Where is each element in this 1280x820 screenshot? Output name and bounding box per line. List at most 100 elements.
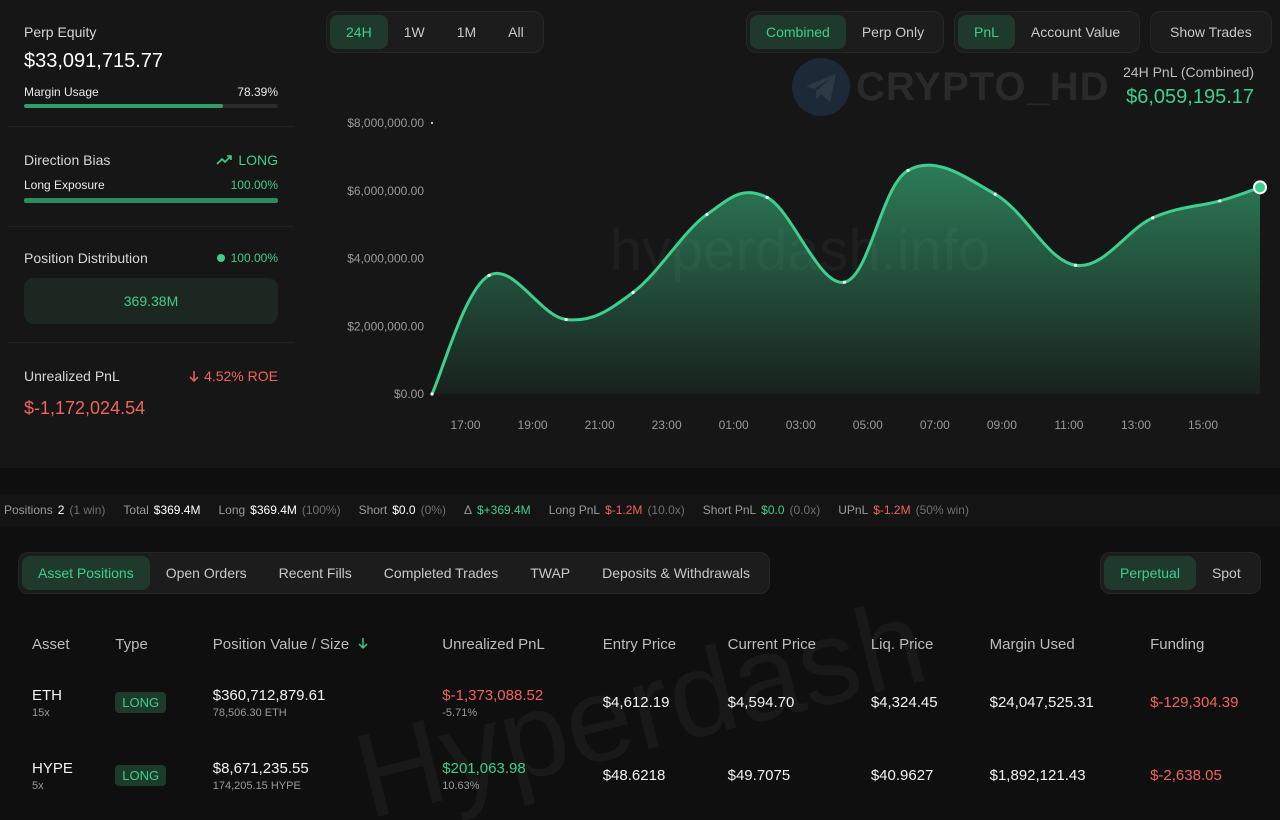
positions-table: Asset Type Position Value / Size Unrealized… [18, 622, 1258, 812]
stat-detail: (50% win) [915, 503, 969, 517]
position-tabs: Asset Positions Open Orders Recent Fills Co… [18, 552, 770, 594]
chart-data-point [842, 280, 846, 284]
asset-cell: ETH 15x [32, 686, 62, 719]
stat-value: 2 [57, 503, 65, 517]
range-tab-24h[interactable]: 24H [330, 15, 388, 49]
y-tick-label: $6,000,000.00 [347, 184, 424, 198]
col-asset[interactable]: Asset [18, 622, 101, 666]
stat-label: Δ [463, 503, 472, 517]
metric-tabs: PnL Account Value [954, 11, 1141, 53]
table-row[interactable]: HYPE 5x LONG $8,671,235.55 174,205.15 HYPE $2… [18, 739, 1258, 812]
market-tab-spot[interactable]: Spot [1196, 556, 1257, 590]
col-liq-price[interactable]: Liq. Price [857, 622, 976, 666]
funding-cell: $-2,638.05 [1150, 767, 1222, 784]
y-axis-marker [430, 121, 434, 125]
stat-label: Total [123, 503, 149, 517]
upnl-label: Unrealized PnL [24, 368, 120, 384]
stat-value: $+369.4M [476, 503, 531, 517]
col-type[interactable]: Type [101, 622, 198, 666]
stat-detail: (10.0x) [647, 503, 685, 517]
show-trades-toggle: Show Trades [1150, 11, 1272, 53]
mode-tab-perp-only[interactable]: Perp Only [846, 15, 940, 49]
trending-up-icon [216, 155, 233, 165]
type-cell: LONG [101, 666, 198, 739]
stat-label: UPnL [838, 503, 869, 517]
x-tick-label: 17:00 [451, 418, 481, 432]
table-row[interactable]: ETH 15x LONG $360,712,879.61 78,506.30 ETH $-… [18, 666, 1258, 739]
type-badge: LONG [115, 692, 167, 713]
tab-twap[interactable]: TWAP [514, 556, 586, 590]
tab-recent-fills[interactable]: Recent Fills [263, 556, 368, 590]
market-tab-perpetual[interactable]: Perpetual [1104, 556, 1196, 590]
perp-equity-card: Perp Equity $33,091,715.77 Margin Usage … [8, 24, 294, 108]
x-tick-label: 19:00 [518, 418, 548, 432]
tab-asset-positions[interactable]: Asset Positions [22, 556, 150, 590]
x-tick-label: 03:00 [786, 418, 816, 432]
col-current-price[interactable]: Current Price [714, 622, 857, 666]
stat-value: $0.0 [761, 503, 785, 517]
y-tick-label: $2,000,000.00 [347, 319, 424, 333]
stat-positions: Positions 2 (1 win) [4, 503, 105, 517]
distribution-label: Position Distribution [24, 250, 148, 266]
pnl-chart-svg: hyperdash.info $0.00$2,000,000.00$4,000,… [347, 116, 1267, 432]
tab-completed-trades[interactable]: Completed Trades [368, 556, 514, 590]
range-tabs: 24H 1W 1M All [326, 11, 544, 53]
margin-usage-bar [24, 104, 278, 108]
upnl-value: $-1,172,024.54 [24, 398, 146, 418]
x-tick-label: 15:00 [1188, 418, 1218, 432]
col-position-value-size[interactable]: Position Value / Size [199, 622, 429, 666]
tab-open-orders[interactable]: Open Orders [150, 556, 263, 590]
direction-value: LONG [238, 152, 278, 168]
y-tick-label: $0.00 [394, 387, 424, 401]
margin-usage-value: 78.39% [237, 85, 278, 99]
stat-long-pnl: Long PnL $-1.2M (10.0x) [549, 503, 685, 517]
direction-label: Direction Bias [24, 152, 111, 168]
pnl-chart: hyperdash.info $0.00$2,000,000.00$4,000,… [320, 100, 1280, 450]
stat-label: Short PnL [702, 503, 757, 517]
distribution-value: 100.00% [230, 251, 278, 265]
col-unrealized-pnl[interactable]: Unrealized PnL [428, 622, 588, 666]
upnl-cell: $201,063.98 10.63% [442, 759, 526, 792]
stat-long: Long $369.4M (100%) [218, 503, 340, 517]
long-exposure-label: Long Exposure [24, 178, 105, 192]
range-tab-all[interactable]: All [492, 15, 540, 49]
stat-label: Positions [4, 503, 53, 517]
col-margin-used[interactable]: Margin Used [976, 622, 1136, 666]
entry-price-cell: $48.6218 [602, 767, 666, 784]
funding-cell: $-129,304.39 [1150, 694, 1239, 711]
range-tab-1w[interactable]: 1W [388, 15, 441, 49]
distribution-block[interactable]: 369.38M [24, 278, 278, 324]
stat-detail: (100%) [301, 503, 341, 517]
divider [8, 226, 294, 227]
stat-short: Short $0.0 (0%) [359, 503, 446, 517]
position-value-cell: $360,712,879.61 78,506.30 ETH [212, 686, 326, 719]
type-cell: LONG [101, 739, 198, 812]
upnl-cell: $-1,373,088.52 -5.71% [442, 686, 544, 719]
upnl-card: Unrealized PnL 4.52% ROE $-1,172,024.54 [8, 368, 294, 419]
show-trades-button[interactable]: Show Trades [1154, 15, 1268, 49]
range-tab-1m[interactable]: 1M [441, 15, 492, 49]
metric-tab-pnl[interactable]: PnL [958, 15, 1015, 49]
sort-desc-icon [358, 637, 368, 649]
direction-card: Direction Bias LONG Long Exposure 100.00… [8, 152, 294, 203]
tab-deposits-withdrawals[interactable]: Deposits & Withdrawals [586, 556, 766, 590]
chart-current-point[interactable] [1253, 180, 1267, 195]
long-exposure-value: 100.00% [230, 178, 278, 192]
current-price-cell: $4,594.70 [727, 694, 795, 711]
liq-price-cell: $4,324.45 [870, 694, 938, 711]
liq-price-cell: $40.9627 [870, 767, 934, 784]
mode-tab-combined[interactable]: Combined [750, 15, 846, 49]
stat-value: $-1.2M [605, 503, 643, 517]
chart-data-point [1218, 199, 1222, 203]
chart-data-point [1074, 263, 1078, 267]
stat-value: $369.4M [250, 503, 297, 517]
stat-short-pnl: Short PnL $0.0 (0.0x) [703, 503, 820, 517]
stat-detail: (0%) [420, 503, 446, 517]
metric-tab-account-value[interactable]: Account Value [1015, 15, 1136, 49]
col-entry-price[interactable]: Entry Price [589, 622, 714, 666]
col-funding[interactable]: Funding [1136, 622, 1258, 666]
chart-data-point [631, 290, 635, 294]
y-tick-label: $8,000,000.00 [347, 116, 424, 130]
margin-used-cell: $24,047,525.31 [989, 694, 1094, 711]
stat-detail: (0.0x) [789, 503, 821, 517]
